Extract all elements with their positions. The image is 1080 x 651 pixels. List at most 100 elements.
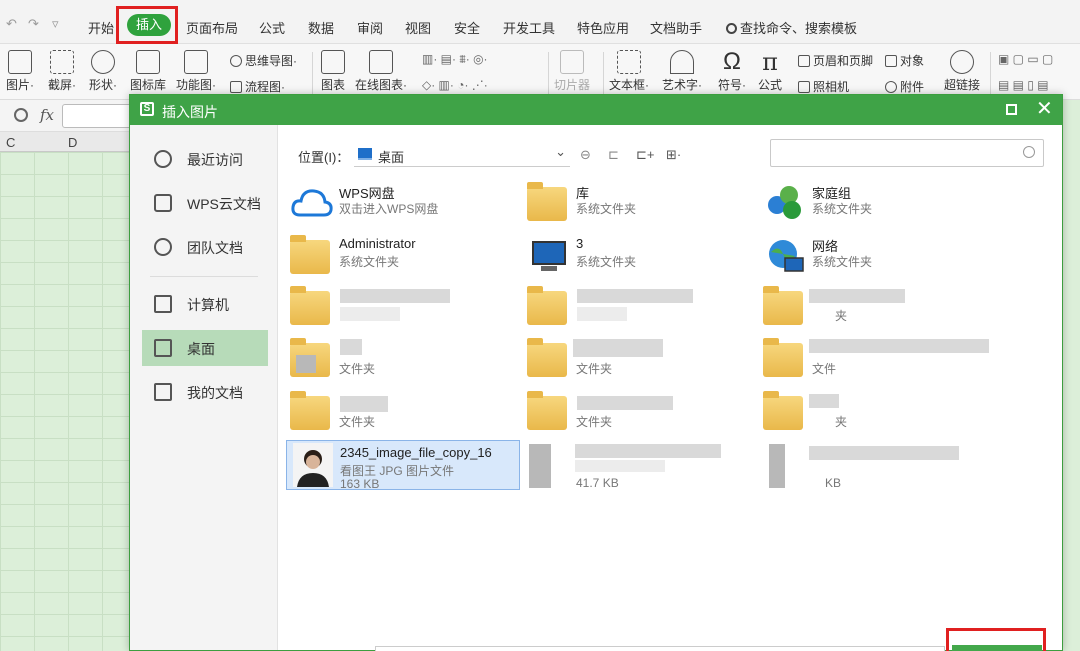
folder-icon <box>527 338 567 377</box>
hyperlink-button[interactable]: 超链接 <box>944 50 980 93</box>
column-header[interactable]: D <box>68 135 77 150</box>
textbox-icon <box>617 50 641 74</box>
more-insert-row-2[interactable]: ▤ ▤ ▯ ▤ <box>998 78 1049 92</box>
sidebar-item-team-docs[interactable]: 团队文档 <box>142 229 268 265</box>
object-button[interactable]: 对象 <box>885 52 924 69</box>
chart-types-row-2[interactable]: ◇· ▥· ◔· ⋰· <box>422 78 488 92</box>
sidebar-item-wps-cloud[interactable]: WPS云文档 <box>142 185 268 221</box>
sidebar-item-my-documents[interactable]: 我的文档 <box>142 374 268 410</box>
tab-review[interactable]: 审阅 <box>357 18 383 37</box>
menu-bar: ↶ ↷ ▿ 开始 插入 页面布局 公式 数据 审阅 视图 安全 开发工具 特色应… <box>0 0 1080 44</box>
homegroup-icon <box>768 186 801 219</box>
tab-home[interactable]: 开始 <box>88 18 114 37</box>
close-icon[interactable]: ✕ <box>1036 98 1053 120</box>
tab-doc-assistant[interactable]: 文档助手 <box>650 18 702 37</box>
tab-view[interactable]: 视图 <box>405 18 431 37</box>
icon-library-button[interactable]: 图标库 <box>130 50 166 93</box>
file-item-blurred[interactable]: 文件夹 <box>523 335 757 385</box>
folder-icon <box>527 391 567 430</box>
blurred-name <box>340 339 362 355</box>
tab-data[interactable]: 数据 <box>308 18 334 37</box>
file-item-blurred[interactable]: 文件夹 <box>286 388 520 438</box>
online-chart-button[interactable]: 在线图表· <box>355 50 407 93</box>
view-mode-icon[interactable]: ⊞· <box>666 147 681 163</box>
sidebar-item-desktop[interactable]: 桌面 <box>142 330 268 366</box>
blurred-name <box>577 289 693 303</box>
filename-input[interactable] <box>375 646 945 651</box>
chart-types-row-1[interactable]: ▥· ▤· ⩩· ◎· <box>422 52 488 67</box>
zoom-icon[interactable] <box>14 108 28 122</box>
picture-button[interactable]: 图片· <box>6 50 34 93</box>
camera-button[interactable]: 照相机 <box>798 78 849 95</box>
camera-icon <box>798 81 810 93</box>
chart-button[interactable]: 图表 <box>321 50 345 93</box>
shapes-button[interactable]: 形状· <box>89 50 117 93</box>
slicer-button[interactable]: 切片器 <box>554 50 590 93</box>
folder-icon <box>527 286 567 325</box>
blurred-desc <box>340 307 400 321</box>
file-item-blurred[interactable]: 夹 <box>759 388 993 438</box>
link-icon <box>950 50 974 74</box>
chevron-down-icon: ⌄ <box>555 144 566 159</box>
clock-icon <box>154 150 172 168</box>
attachment-button[interactable]: 附件 <box>885 78 924 95</box>
file-item-network[interactable]: 网络 系统文件夹 <box>759 232 993 282</box>
dialog-title-bar: S 插入图片 ✕ <box>130 95 1062 125</box>
file-item-blurred[interactable]: 夹 <box>759 283 993 333</box>
redo-icon[interactable]: ↷ <box>28 16 39 32</box>
location-label: 位置(I)： <box>298 150 350 165</box>
new-folder-icon[interactable]: ⊏+ <box>636 147 654 163</box>
file-item-wps-cloud[interactable]: WPS网盘 双击进入WPS网盘 <box>286 179 520 229</box>
sheet-grid[interactable] <box>0 152 140 651</box>
wordart-button[interactable]: 艺术字· <box>662 50 702 93</box>
file-item-blurred[interactable]: 文件夹 <box>523 388 757 438</box>
library-folder-icon <box>527 182 567 221</box>
file-item-blurred[interactable]: 41.7 KB <box>523 440 757 490</box>
file-item-blurred[interactable] <box>286 283 520 333</box>
file-item-blurred[interactable]: 文件 <box>759 335 993 385</box>
tab-page-layout[interactable]: 页面布局 <box>186 18 238 37</box>
tab-formulas[interactable]: 公式 <box>259 18 285 37</box>
more-insert-row-1[interactable]: ▣ ▢ ▭ ▢ <box>998 52 1053 66</box>
file-item-blurred[interactable]: 文件夹 <box>286 335 520 385</box>
function-chart-button[interactable]: 功能图· <box>176 50 216 93</box>
search-input[interactable] <box>775 143 1015 163</box>
file-item-administrator[interactable]: Administrator 系统文件夹 <box>286 232 520 282</box>
tab-security[interactable]: 安全 <box>454 18 480 37</box>
mindmap-button[interactable]: 思维导图· <box>230 52 297 69</box>
file-item-computer[interactable]: 3 系统文件夹 <box>523 232 757 282</box>
command-search[interactable]: 查找命令、搜索模板 <box>726 18 857 37</box>
quick-access-dropdown-icon[interactable]: ▿ <box>52 16 59 32</box>
sidebar-item-recent[interactable]: 最近访问 <box>142 141 268 177</box>
flowchart-button[interactable]: 流程图· <box>230 78 285 95</box>
equation-button[interactable]: π 公式 <box>758 50 782 93</box>
screenshot-button[interactable]: 截屏· <box>48 50 76 93</box>
undo-icon[interactable]: ↶ <box>6 16 17 32</box>
file-size: 41.7 KB <box>576 476 619 490</box>
file-search[interactable] <box>770 139 1044 167</box>
file-item-selected-image[interactable]: 2345_image_file_copy_16 看图王 JPG 图片文件 163… <box>286 440 520 491</box>
location-select[interactable]: 桌面 ⌄ <box>354 143 570 167</box>
tab-special-apps[interactable]: 特色应用 <box>577 18 629 37</box>
symbol-button[interactable]: Ω 符号· <box>718 50 746 93</box>
icon-library-icon <box>136 50 160 74</box>
sidebar-divider <box>150 276 258 277</box>
file-item-blurred[interactable]: KB <box>759 440 993 490</box>
tab-developer[interactable]: 开发工具 <box>503 18 555 37</box>
maximize-icon[interactable] <box>1006 104 1017 115</box>
partial-desc: 夹 <box>835 309 848 323</box>
up-folder-icon[interactable]: ⊏ <box>608 147 619 163</box>
blurred-name <box>809 446 959 460</box>
file-item-blurred[interactable] <box>523 283 757 333</box>
file-item-library[interactable]: 库 系统文件夹 <box>523 179 757 229</box>
tab-insert[interactable]: 插入 <box>127 14 171 36</box>
fx-icon[interactable]: fx <box>40 106 54 124</box>
column-header[interactable]: C <box>6 135 15 150</box>
back-icon[interactable]: ⊖ <box>580 147 591 163</box>
file-item-homegroup[interactable]: 家庭组 系统文件夹 <box>759 179 993 229</box>
header-footer-button[interactable]: 页眉和页脚 <box>798 52 873 69</box>
blurred-desc <box>575 460 665 472</box>
sidebar-item-computer[interactable]: 计算机 <box>142 286 268 322</box>
blurred-name <box>340 289 450 303</box>
textbox-button[interactable]: 文本框· <box>609 50 649 93</box>
